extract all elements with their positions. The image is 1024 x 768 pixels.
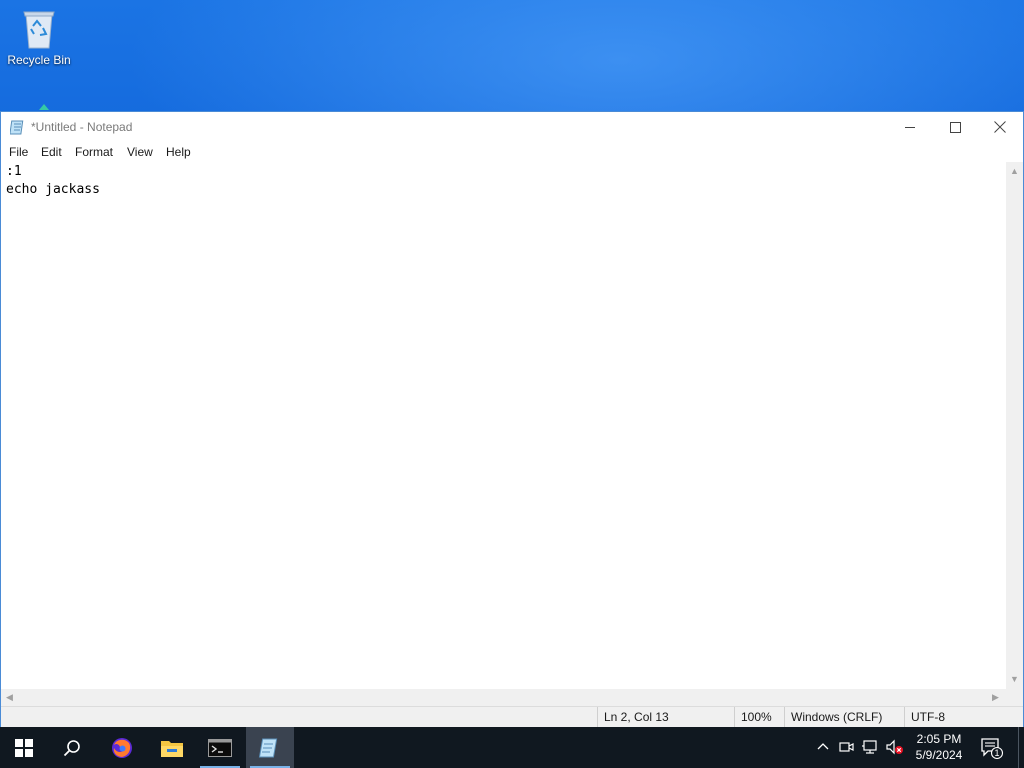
- menu-help[interactable]: Help: [166, 145, 191, 159]
- horizontal-scrollbar[interactable]: ◀ ▶: [1, 689, 1006, 706]
- recycle-bin-label: Recycle Bin: [7, 53, 71, 67]
- notification-count: 1: [994, 748, 1000, 758]
- menu-bar: File Edit Format View Help: [1, 143, 1023, 162]
- zoom-level: 100%: [734, 707, 784, 727]
- menu-edit[interactable]: Edit: [41, 145, 62, 159]
- scroll-down-icon[interactable]: ▼: [1010, 674, 1019, 684]
- minimize-button[interactable]: [887, 112, 933, 142]
- scrollbar-corner: [1006, 689, 1023, 706]
- firefox-button[interactable]: [98, 727, 146, 768]
- show-hidden-icons-icon[interactable]: [815, 739, 833, 757]
- line-endings: Windows (CRLF): [784, 707, 901, 727]
- minimize-icon: [904, 126, 915, 128]
- file-explorer-icon: [161, 740, 183, 757]
- menu-view[interactable]: View: [127, 145, 153, 159]
- terminal-button[interactable]: [196, 727, 244, 768]
- close-button[interactable]: [977, 112, 1023, 142]
- scroll-up-icon[interactable]: ▲: [1010, 166, 1019, 176]
- file-explorer-button[interactable]: [148, 727, 196, 768]
- drag-marker: [39, 104, 49, 110]
- vertical-scrollbar[interactable]: ▲ ▼: [1006, 162, 1023, 689]
- cursor-position: Ln 2, Col 13: [597, 707, 731, 727]
- status-bar: Ln 2, Col 13 100% Windows (CRLF) UTF-8: [1, 706, 1023, 727]
- title-bar[interactable]: *Untitled - Notepad: [1, 112, 1023, 142]
- notepad-taskbar-button[interactable]: [246, 727, 294, 768]
- menu-file[interactable]: File: [9, 145, 28, 159]
- show-desktop-button[interactable]: [1018, 727, 1024, 768]
- network-icon[interactable]: [861, 739, 879, 757]
- search-button[interactable]: [48, 727, 96, 768]
- notepad-icon: [258, 738, 278, 757]
- editor-line: :1: [6, 164, 22, 179]
- taskbar: 2:05 PM 5/9/2024 1: [0, 727, 1024, 768]
- maximize-icon: [949, 121, 961, 133]
- text-editor[interactable]: :1 echo jackass: [1, 162, 1006, 689]
- scroll-right-icon[interactable]: ▶: [992, 692, 999, 703]
- firefox-icon: [112, 737, 132, 758]
- search-icon: [63, 739, 80, 756]
- start-icon: [15, 738, 33, 757]
- scroll-left-icon[interactable]: ◀: [6, 692, 13, 703]
- clock-date: 5/9/2024: [915, 748, 963, 762]
- clock[interactable]: 2:05 PM 5/9/2024: [906, 731, 972, 763]
- notepad-icon: [9, 119, 26, 135]
- editor-line: echo jackass: [6, 182, 100, 197]
- recycle-bin-shortcut[interactable]: Recycle Bin: [6, 6, 72, 76]
- volume-muted-icon[interactable]: [885, 739, 903, 757]
- notepad-window: *Untitled - Notepad File Edit Format Vie…: [0, 111, 1024, 728]
- meet-now-icon[interactable]: [838, 739, 856, 757]
- menu-format[interactable]: Format: [75, 145, 113, 159]
- encoding: UTF-8: [904, 707, 1023, 727]
- close-icon: [994, 121, 1006, 133]
- action-center-button[interactable]: 1: [980, 737, 1004, 760]
- start-button[interactable]: [0, 727, 48, 768]
- maximize-button[interactable]: [932, 112, 978, 142]
- clock-time: 2:05 PM: [916, 732, 962, 746]
- notification-icon: [981, 738, 1004, 760]
- window-title: *Untitled - Notepad: [31, 120, 133, 134]
- recycle-bin-icon: [19, 6, 59, 50]
- terminal-icon: [208, 738, 232, 757]
